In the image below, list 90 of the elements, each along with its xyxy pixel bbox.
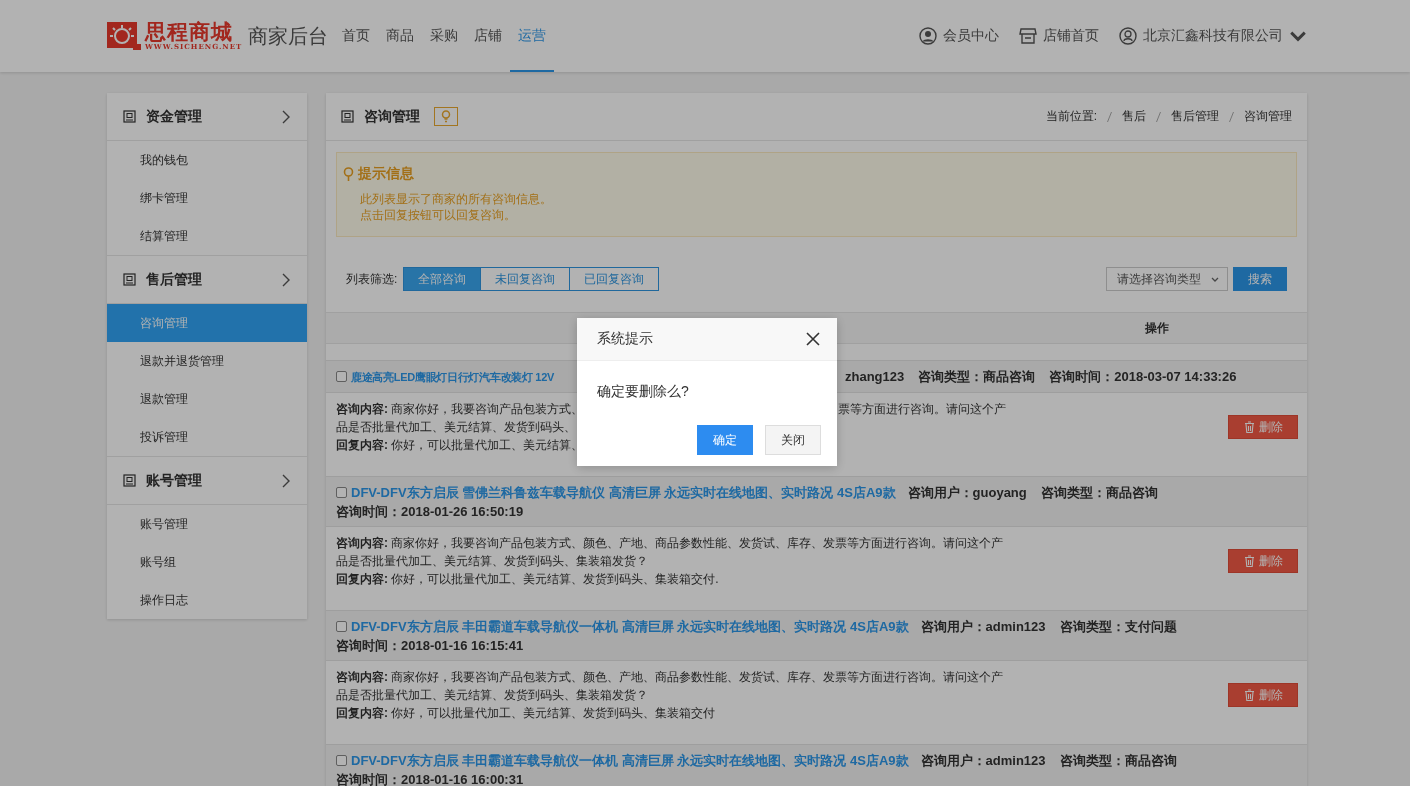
breadcrumb-item[interactable]: 售后管理 xyxy=(1171,108,1219,125)
meta-text: 咨询类型：商品咨询 xyxy=(1059,752,1177,770)
tips-button[interactable] xyxy=(434,107,458,126)
meta-text: 咨询时间：2018-01-26 16:50:19 xyxy=(336,503,524,521)
sidebar-group-header[interactable]: 账号管理 xyxy=(107,456,307,505)
breadcrumb-item[interactable]: 咨询管理 xyxy=(1244,108,1292,125)
sidebar-item[interactable]: 账号组 xyxy=(107,543,307,581)
meta-text: 咨询类型：商品咨询 xyxy=(918,368,1036,386)
sidebar-item[interactable]: 投诉管理 xyxy=(107,418,307,456)
document-icon xyxy=(123,273,136,286)
filter-label: 列表筛选: xyxy=(346,270,398,288)
sidebar-item[interactable]: 退款管理 xyxy=(107,380,307,418)
reply-text: 回复内容: 你好，可以批量代加工、美元结算、发货到码头、集装箱交付. xyxy=(336,571,720,588)
separator-icon xyxy=(1156,110,1161,123)
meta-text: 咨询用户：guoyang xyxy=(907,484,1027,502)
caret-icon xyxy=(1211,276,1219,282)
sidebar-item[interactable]: 操作日志 xyxy=(107,581,307,619)
chevron-icon xyxy=(281,109,291,124)
trash-icon xyxy=(1243,689,1255,701)
close-button[interactable] xyxy=(806,332,820,346)
nav-item[interactable]: 首页 xyxy=(334,2,379,72)
panel-title: 咨询管理 xyxy=(364,107,420,126)
sidebar-item[interactable]: 我的钱包 xyxy=(107,141,307,179)
checkbox[interactable] xyxy=(336,487,347,498)
logo-text: 思程商城 xyxy=(145,21,233,43)
meta-text: 咨询类型：商品咨询 xyxy=(1040,484,1158,502)
sidebar-item[interactable]: 绑卡管理 xyxy=(107,179,307,217)
lightbulb-icon xyxy=(441,110,451,123)
separator-icon xyxy=(1107,110,1112,123)
sidebar-item[interactable]: 结算管理 xyxy=(107,217,307,255)
search-button[interactable]: 搜索 xyxy=(1233,267,1287,291)
content-text: 咨询内容: 商家你好，我要咨询产品包装方式、 xyxy=(336,401,577,418)
reply-text: 回复内容: 你好，可以批量代加工、美元结算、发货到码头、集装箱交付 xyxy=(336,705,717,722)
header-link[interactable]: 店铺首页 xyxy=(1019,27,1099,45)
header-link[interactable]: 北京汇鑫科技有限公司 xyxy=(1119,27,1307,45)
app-title: 商家后台 xyxy=(248,23,329,49)
group-title: 账号管理 xyxy=(146,471,203,490)
checkbox[interactable] xyxy=(336,755,347,766)
notice-text: 此列表显示了商家的所有咨询信息。 xyxy=(359,191,553,207)
chevron-icon xyxy=(281,272,291,287)
document-icon xyxy=(123,474,136,487)
document-icon xyxy=(341,110,354,123)
delete-button[interactable]: 删除 xyxy=(1228,415,1298,439)
user-icon xyxy=(1119,27,1137,45)
type-dropdown[interactable]: 请选择咨询类型 xyxy=(1106,267,1228,291)
trash-icon xyxy=(1243,555,1255,567)
document-icon xyxy=(123,110,136,123)
confirm-button[interactable]: 确定 xyxy=(697,425,753,455)
meta-text: 咨询用户：admin123 xyxy=(920,618,1046,636)
meta-text: 咨询类型：支付问题 xyxy=(1059,618,1177,636)
close-icon xyxy=(806,332,820,346)
header-link[interactable]: 会员中心 xyxy=(919,27,999,45)
delete-button[interactable]: 删除 xyxy=(1228,683,1298,707)
content-text: 品是否批量代加工、美元结算、发货到码头、 xyxy=(336,419,577,436)
group-title: 资金管理 xyxy=(146,107,203,126)
content-text: 回复内容: 你好，可以批量代加工、美元结算、 xyxy=(336,437,577,454)
content-text: 咨询内容: 商家你好，我要咨询产品包装方式、颜色、产地、商品参数性能、发货试、库存、发票等方面进行咨询。请问这个产品是否批量代加工、美元结算、发货到码头、集装箱发货？ xyxy=(336,535,1005,570)
chevron-icon xyxy=(281,473,291,488)
delete-button[interactable]: 删除 xyxy=(1228,549,1298,573)
store-icon xyxy=(1019,27,1037,45)
logo-icon xyxy=(107,22,141,50)
separator-icon xyxy=(1229,110,1234,123)
breadcrumb-label: 当前位置: xyxy=(1045,108,1097,125)
notice-title: 提示信息 xyxy=(358,165,414,183)
lightbulb-icon xyxy=(343,166,354,182)
sidebar-item[interactable]: 退款并退货管理 xyxy=(107,342,307,380)
meta-text: 咨询时间：2018-01-16 16:00:31 xyxy=(336,771,524,786)
user-icon xyxy=(919,27,937,45)
close-dialog-button[interactable]: 关闭 xyxy=(765,425,821,455)
nav-item[interactable]: 采购 xyxy=(422,2,467,72)
trash-icon xyxy=(1243,421,1255,433)
content-text: 咨询内容: 商家你好，我要咨询产品包装方式、颜色、产地、商品参数性能、发货试、库存、发票等方面进行咨询。请问这个产品是否批量代加工、美元结算、发货到码头、集装箱发货？ xyxy=(336,669,1005,704)
meta-text: 咨询用户：admin123 xyxy=(920,752,1046,770)
nav-item[interactable]: 运营 xyxy=(510,2,555,72)
nav-item[interactable]: 店铺 xyxy=(466,2,511,72)
nav-item[interactable]: 商品 xyxy=(378,2,423,72)
dialog-title: 系统提示 xyxy=(597,330,653,348)
sidebar-group-header[interactable]: 资金管理 xyxy=(107,93,307,141)
meta-text: 咨询时间：2018-01-16 16:15:41 xyxy=(336,637,524,655)
dialog-message: 确定要删除么? xyxy=(596,382,690,401)
breadcrumb-item[interactable]: 售后 xyxy=(1122,108,1146,125)
checkbox[interactable] xyxy=(336,371,347,382)
sidebar-item[interactable]: 账号管理 xyxy=(107,505,307,543)
content-text: 票等方面进行咨询。请问这个产 xyxy=(838,401,1007,418)
meta-text: zhang123 xyxy=(845,368,905,386)
group-title: 售后管理 xyxy=(146,270,203,289)
column-header: 操作 xyxy=(1144,319,1170,337)
notice-text: 点击回复按钮可以回复咨询。 xyxy=(359,207,517,223)
meta-text: 咨询时间：2018-03-07 14:33:26 xyxy=(1049,368,1237,386)
checkbox[interactable] xyxy=(336,621,347,632)
